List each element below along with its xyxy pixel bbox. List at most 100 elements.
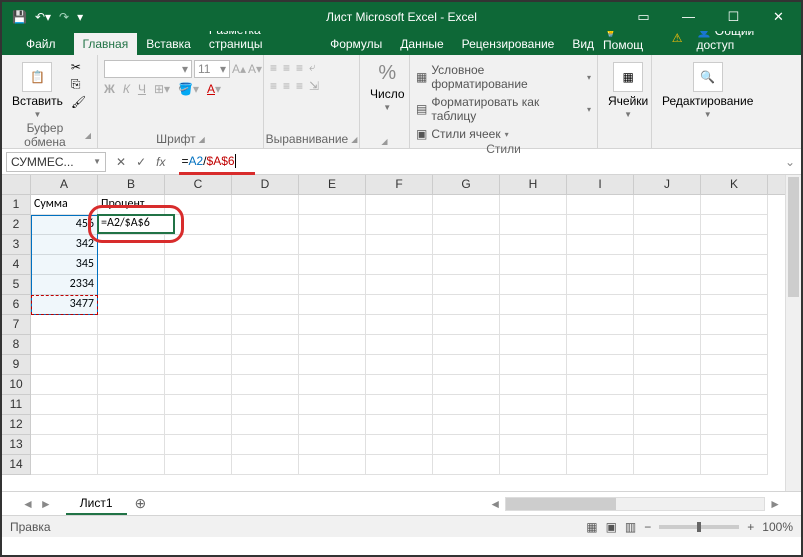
- cell[interactable]: [232, 355, 299, 375]
- cell[interactable]: [165, 235, 232, 255]
- align-launcher-icon[interactable]: ◢: [351, 135, 357, 144]
- cell[interactable]: [232, 275, 299, 295]
- qat-customize-icon[interactable]: ▾: [77, 10, 83, 24]
- cell[interactable]: [701, 335, 768, 355]
- row-header[interactable]: 2: [2, 215, 31, 235]
- cell[interactable]: [299, 315, 366, 335]
- cell[interactable]: [634, 335, 701, 355]
- cell[interactable]: [701, 275, 768, 295]
- editing-button[interactable]: 🔍 Редактирование ▼: [658, 60, 757, 121]
- cell[interactable]: [634, 375, 701, 395]
- cell[interactable]: [366, 315, 433, 335]
- row-header[interactable]: 6: [2, 295, 31, 315]
- cell[interactable]: 3477: [31, 295, 98, 315]
- cell[interactable]: [299, 255, 366, 275]
- cell[interactable]: [232, 255, 299, 275]
- zoom-level[interactable]: 100%: [762, 520, 793, 534]
- cell[interactable]: [165, 395, 232, 415]
- format-painter-icon[interactable]: 🖌: [71, 95, 86, 109]
- ribbon-options-icon[interactable]: ▭: [621, 2, 666, 31]
- tab-review[interactable]: Рецензирование: [453, 33, 564, 55]
- row-header[interactable]: 11: [2, 395, 31, 415]
- row-header[interactable]: 10: [2, 375, 31, 395]
- view-layout-icon[interactable]: ▣: [606, 520, 617, 534]
- cell[interactable]: [366, 255, 433, 275]
- cell[interactable]: [366, 395, 433, 415]
- save-icon[interactable]: 💾: [12, 10, 27, 24]
- cell[interactable]: [634, 395, 701, 415]
- cell[interactable]: [701, 375, 768, 395]
- cell[interactable]: [567, 215, 634, 235]
- cell[interactable]: [433, 435, 500, 455]
- cell[interactable]: [567, 395, 634, 415]
- cell[interactable]: Сумма: [31, 195, 98, 215]
- cell[interactable]: [433, 395, 500, 415]
- cell[interactable]: [31, 435, 98, 455]
- cell[interactable]: [232, 235, 299, 255]
- number-launcher-icon[interactable]: ◢: [381, 137, 387, 146]
- cell[interactable]: [366, 195, 433, 215]
- enter-formula-icon[interactable]: ✓: [136, 155, 146, 169]
- cell[interactable]: [232, 295, 299, 315]
- sheet-tab-1[interactable]: Лист1: [66, 493, 127, 515]
- cell[interactable]: [299, 375, 366, 395]
- row-header[interactable]: 9: [2, 355, 31, 375]
- cell[interactable]: [701, 395, 768, 415]
- cell[interactable]: [165, 375, 232, 395]
- cell[interactable]: Процент: [98, 195, 165, 215]
- align-top-icon[interactable]: ≡: [270, 61, 277, 75]
- cell[interactable]: [366, 335, 433, 355]
- cell[interactable]: [634, 355, 701, 375]
- row-header[interactable]: 3: [2, 235, 31, 255]
- cell[interactable]: [567, 195, 634, 215]
- cell-styles-button[interactable]: ▣Стили ячеек▾: [416, 126, 509, 142]
- undo-icon[interactable]: ↶▾: [35, 10, 51, 24]
- align-center-icon[interactable]: ≡: [283, 79, 290, 93]
- underline-icon[interactable]: Ч: [138, 82, 146, 96]
- tab-formulas[interactable]: Формулы: [321, 33, 391, 55]
- cell[interactable]: [299, 235, 366, 255]
- cell[interactable]: 456: [31, 215, 98, 235]
- column-header[interactable]: D: [232, 175, 299, 194]
- cell[interactable]: [433, 355, 500, 375]
- format-as-table-button[interactable]: ▤Форматировать как таблицу▾: [416, 94, 591, 124]
- cell[interactable]: [31, 355, 98, 375]
- column-header[interactable]: I: [567, 175, 634, 194]
- cell[interactable]: [701, 415, 768, 435]
- cell[interactable]: [567, 435, 634, 455]
- column-header[interactable]: K: [701, 175, 768, 194]
- cell[interactable]: [433, 235, 500, 255]
- maximize-button[interactable]: ☐: [711, 2, 756, 31]
- select-all-corner[interactable]: [2, 175, 31, 195]
- cell[interactable]: [366, 275, 433, 295]
- close-button[interactable]: ✕: [756, 2, 801, 31]
- row-header[interactable]: 4: [2, 255, 31, 275]
- sheet-nav-next-icon[interactable]: ►: [40, 497, 52, 511]
- cell[interactable]: [634, 315, 701, 335]
- cell[interactable]: [98, 455, 165, 475]
- row-header[interactable]: 8: [2, 335, 31, 355]
- cell[interactable]: [500, 295, 567, 315]
- sheet-nav-prev-icon[interactable]: ◄: [22, 497, 34, 511]
- column-header[interactable]: B: [98, 175, 165, 194]
- cell[interactable]: [366, 375, 433, 395]
- merge-icon[interactable]: ⇲: [309, 79, 319, 93]
- tab-home[interactable]: Главная: [74, 33, 138, 55]
- border-icon[interactable]: ⊞▾: [154, 82, 170, 96]
- row-header[interactable]: 7: [2, 315, 31, 335]
- cell[interactable]: [567, 315, 634, 335]
- cell[interactable]: [366, 455, 433, 475]
- tab-insert[interactable]: Вставка: [137, 33, 200, 55]
- cell[interactable]: [634, 275, 701, 295]
- cell[interactable]: [500, 435, 567, 455]
- zoom-in-icon[interactable]: +: [747, 520, 754, 534]
- font-launcher-icon[interactable]: ◢: [199, 135, 205, 144]
- cell[interactable]: [433, 455, 500, 475]
- cell[interactable]: [701, 455, 768, 475]
- cell[interactable]: [299, 435, 366, 455]
- cell[interactable]: [634, 455, 701, 475]
- cells-button[interactable]: ▦ Ячейки ▼: [604, 60, 652, 121]
- cell[interactable]: [299, 455, 366, 475]
- align-bot-icon[interactable]: ≡: [296, 61, 303, 75]
- cell[interactable]: [299, 195, 366, 215]
